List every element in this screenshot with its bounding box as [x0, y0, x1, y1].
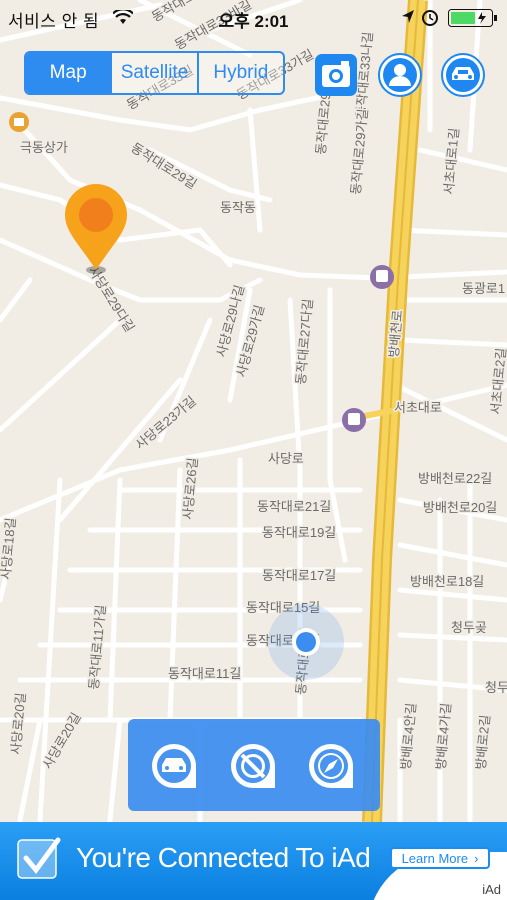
street-label: 서초대로1길: [441, 127, 462, 195]
map-type-map-button[interactable]: Map: [26, 53, 111, 93]
cancel-icon: [231, 744, 275, 788]
chevron-right-icon: ›: [474, 850, 479, 866]
location-pin[interactable]: [65, 184, 127, 274]
car-marker-icon: [152, 744, 196, 788]
street-label: 동작대로29가길: [348, 108, 370, 195]
carrier-label: 서비스 안 됨: [8, 12, 100, 31]
alarm-icon: [422, 10, 438, 26]
subway-station-icon[interactable]: [370, 265, 394, 289]
car-icon: [441, 53, 485, 97]
street-label: 청두곶: [451, 620, 487, 635]
street-label: 동작동: [220, 200, 256, 215]
street-label: 사당로18길: [0, 517, 18, 580]
ad-banner[interactable]: You're Connected To iAd Learn More › iAd: [0, 822, 507, 900]
camera-icon: [315, 54, 357, 96]
subway-station-icon[interactable]: [342, 408, 366, 432]
street-label: 방배로2길: [473, 714, 493, 770]
profile-button[interactable]: [378, 53, 422, 97]
street-label: 동작대로17길: [262, 568, 336, 583]
street-label: 방배로4안길: [398, 702, 419, 770]
street-label: 동작대로19길: [262, 525, 336, 540]
checkbox-icon: [17, 837, 61, 879]
street-label: 서초대로2길: [488, 347, 507, 415]
car-marker-button[interactable]: [149, 741, 199, 791]
bottom-control-panel: [128, 719, 380, 811]
shopping-poi-icon: [9, 112, 29, 132]
location-arrow-icon: [402, 10, 414, 23]
map-type-selector: Map Satellite Hybrid: [24, 51, 285, 95]
street-label: 방배천로18길: [410, 574, 484, 589]
map-type-satellite-button[interactable]: Satellite: [110, 53, 196, 93]
wifi-icon: [113, 10, 133, 24]
iad-tag: iAd: [482, 882, 501, 897]
street-label: 동작대로11길: [168, 666, 241, 681]
camera-button[interactable]: [314, 53, 358, 97]
street-label: 사당로: [268, 451, 304, 466]
street-label: 동광로1: [462, 281, 505, 296]
current-location-dot: [268, 604, 344, 680]
compass-icon: [309, 744, 353, 788]
clear-button[interactable]: [228, 741, 278, 791]
battery-icon: [448, 9, 497, 27]
street-label: 극동상가: [20, 140, 68, 155]
learn-more-button[interactable]: Learn More ›: [390, 847, 490, 869]
street-label: 사당로29다길: [85, 264, 137, 335]
car-button[interactable]: [441, 53, 485, 97]
map-type-hybrid-button[interactable]: Hybrid: [196, 53, 283, 93]
street-label: 청두: [485, 680, 507, 695]
compass-button[interactable]: [306, 741, 356, 791]
street-label: 사당로20길: [8, 692, 28, 755]
street-label: 방배천로20길: [423, 500, 497, 515]
street-label: 동작대로21길: [257, 499, 331, 514]
street-label: 방배로4가길: [433, 702, 454, 770]
status-bar: 서비스 안 됨 오후 2:01: [0, 0, 507, 34]
street-label: 동작대로29길: [128, 140, 199, 192]
user-profile-icon: [378, 53, 422, 97]
ad-headline: You're Connected To iAd: [76, 842, 371, 873]
street-label: 사당로26길: [180, 457, 200, 520]
street-label: 동작대로27다길: [293, 298, 315, 385]
street-label: 방배천로22길: [418, 471, 492, 486]
map-screen: 동작대로33마길동작대로33바길동작대로33가길동작대로33길동작대로33나길동…: [0, 0, 507, 900]
learn-more-label: Learn More: [401, 850, 469, 866]
street-label: 서초대로: [394, 400, 442, 415]
